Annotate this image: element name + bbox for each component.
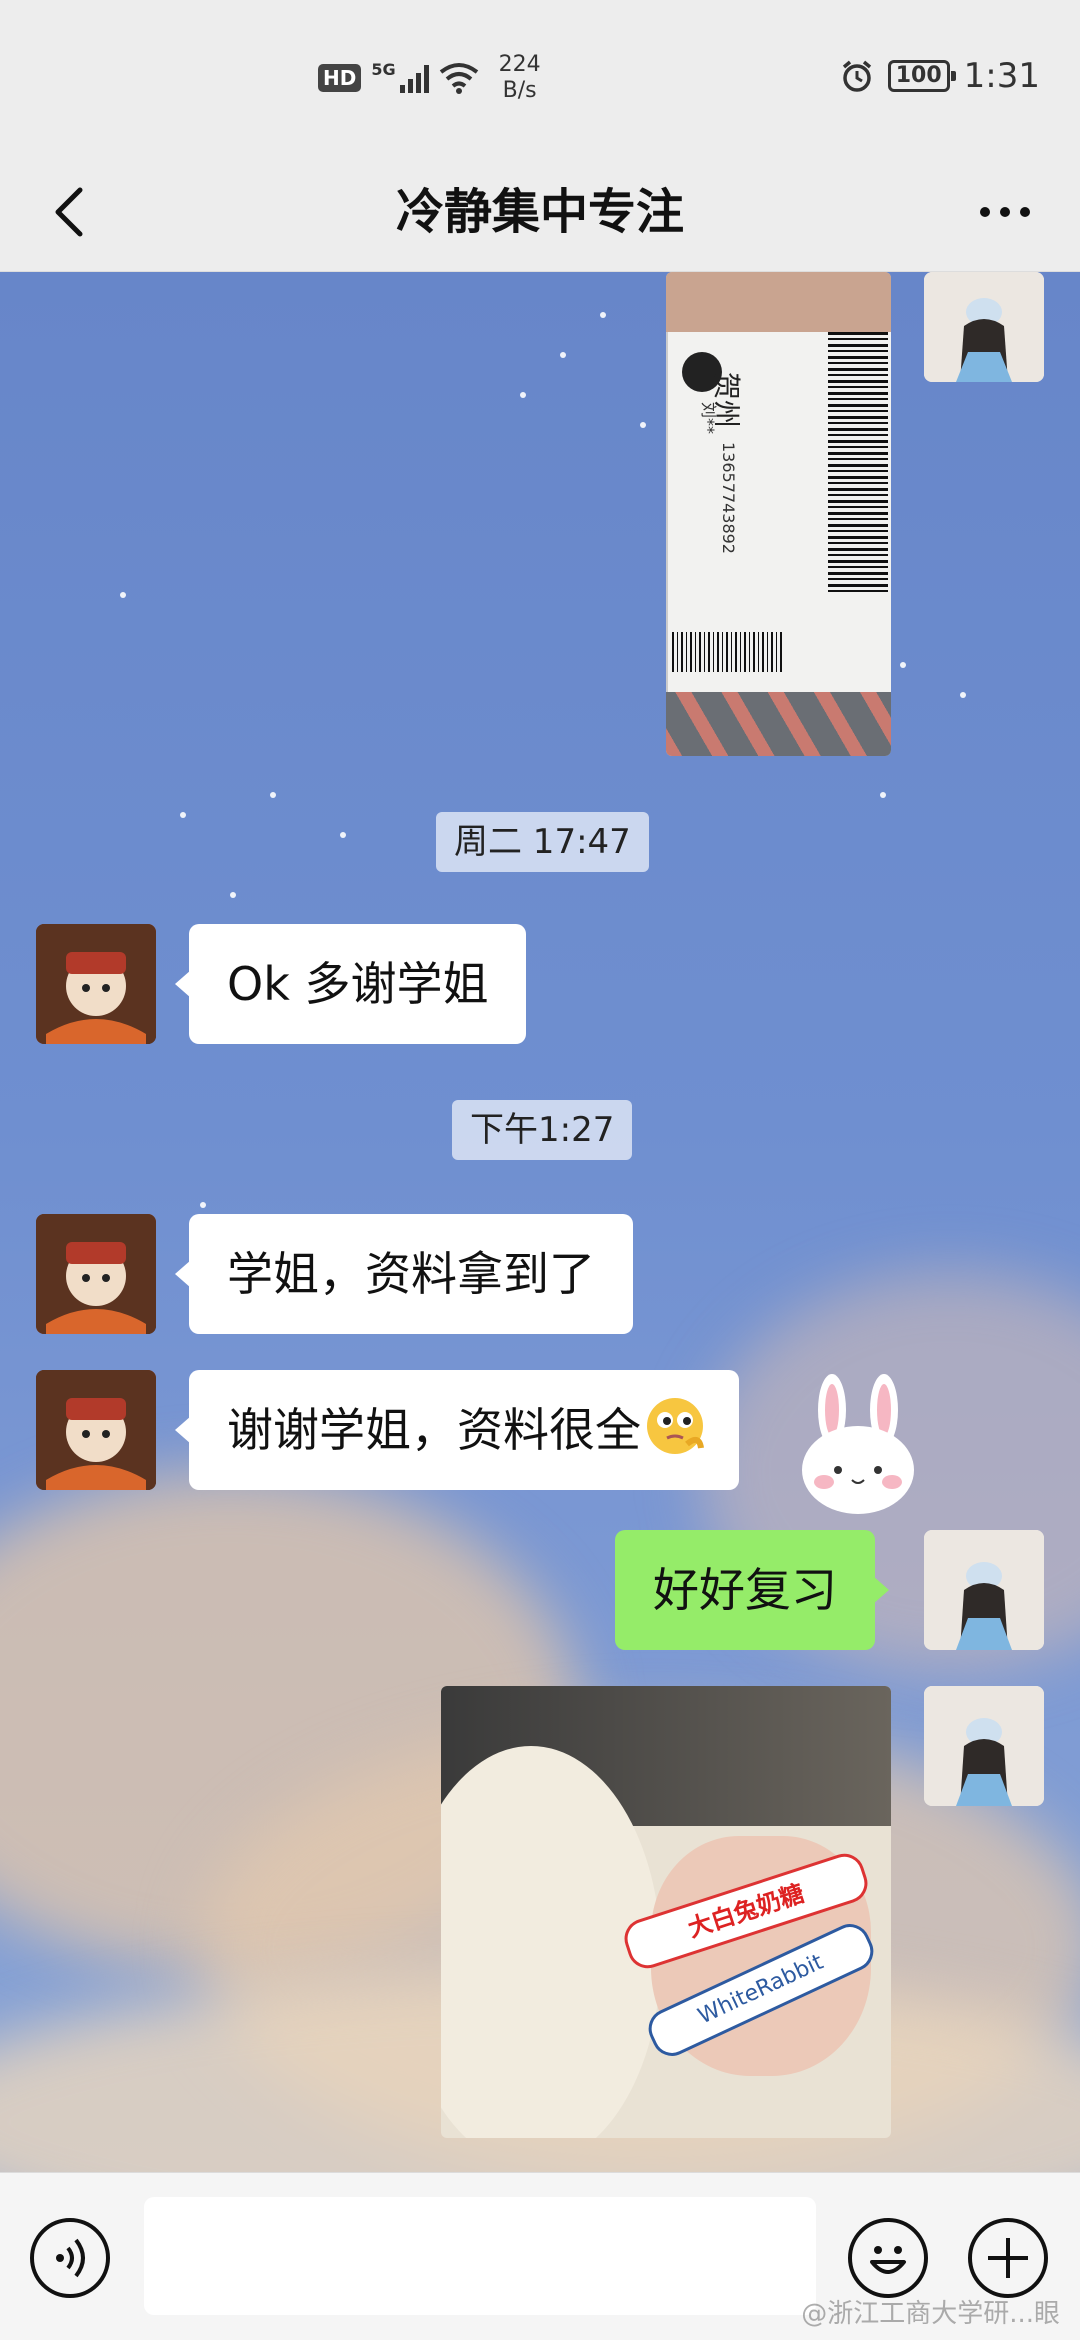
chat-area[interactable]: 贺州 刘** 13657743892 周二 17:47 Ok 多谢学姐 下午1:… — [0, 272, 1080, 2172]
battery-icon: 100 — [887, 60, 956, 92]
star — [600, 312, 606, 318]
alarm-icon — [842, 60, 871, 92]
speed-value: 224 — [498, 52, 541, 77]
network-type: 5G — [371, 59, 396, 79]
label-barcode — [828, 332, 888, 592]
my-avatar[interactable] — [924, 272, 1044, 382]
more-button[interactable] — [960, 172, 1050, 252]
star — [230, 892, 236, 898]
emoji-icon — [647, 1398, 704, 1454]
my-avatar[interactable] — [924, 1530, 1044, 1650]
star — [640, 422, 646, 428]
more-dots-icon — [980, 207, 990, 217]
label-barcode-small — [672, 632, 782, 672]
message-bubble[interactable]: 谢谢学姐，资料很全 — [175, 1370, 739, 1490]
status-right: 100 1:31 — [840, 56, 1040, 96]
avatar-cartoon-icon — [36, 1370, 156, 1490]
message-text: 谢谢学姐，资料很全 — [227, 1403, 641, 1457]
status-bar: HD 5G 224 B/s 100 1:31 — [0, 0, 1080, 150]
star — [120, 592, 126, 598]
timestamp: 周二 17:47 — [436, 812, 649, 872]
label-name: 刘** — [699, 402, 718, 435]
chat-title: 冷静集中专注 — [395, 184, 684, 240]
signal-icon — [399, 63, 429, 93]
star — [560, 352, 566, 358]
photo-label-paper: 贺州 刘** 13657743892 — [666, 332, 891, 692]
speed-unit: B/s — [502, 78, 537, 103]
avatar-cartoon-icon — [36, 1214, 156, 1334]
my-avatar[interactable] — [924, 1686, 1044, 1806]
star — [900, 662, 906, 668]
avatar-girl-icon — [924, 1686, 1044, 1806]
status-left: HD 5G 224 B/s — [318, 52, 541, 104]
star — [270, 792, 276, 798]
star — [200, 1202, 206, 1208]
voice-button[interactable] — [30, 2218, 110, 2298]
emoji-button[interactable] — [848, 2218, 928, 2298]
star — [960, 692, 966, 698]
avatar-girl-icon — [924, 272, 1044, 382]
chat-header: 冷静集中专注 — [0, 150, 1080, 272]
avatar-girl-icon — [924, 1530, 1044, 1650]
avatar-cartoon-icon — [36, 924, 156, 1044]
plus-button[interactable] — [968, 2218, 1048, 2298]
label-phone: 13657743892 — [719, 442, 738, 554]
watermark: @浙江工商大学研...眼 — [801, 2299, 1060, 2329]
package-label-photo[interactable]: 贺州 刘** 13657743892 — [666, 272, 891, 756]
clock: 1:31 — [963, 56, 1040, 96]
input-bar: @浙江工商大学研...眼 — [0, 2172, 1080, 2340]
emoji-icon — [870, 2246, 906, 2274]
bunny-sticker-icon — [802, 1374, 914, 1514]
message-bubble-mine[interactable]: 好好复习 — [615, 1530, 889, 1650]
star — [340, 832, 346, 838]
timestamp: 下午1:27 — [452, 1100, 633, 1160]
photo-fabric — [666, 692, 891, 756]
wifi-icon — [439, 63, 478, 94]
hd-icon: HD — [318, 64, 362, 92]
message-bubble[interactable]: Ok 多谢学姐 — [174, 924, 527, 1044]
contact-avatar[interactable] — [36, 1370, 156, 1490]
message-input[interactable] — [144, 2197, 816, 2315]
contact-avatar[interactable] — [36, 924, 156, 1044]
network-speed: 224 B/s — [499, 52, 541, 104]
candy-photo[interactable]: 大白兔奶糖 WhiteRabbit — [441, 1686, 891, 2138]
star — [880, 792, 886, 798]
voice-icon — [56, 2238, 85, 2278]
star — [520, 392, 526, 398]
contact-avatar[interactable] — [36, 1214, 156, 1334]
star — [180, 812, 186, 818]
message-bubble[interactable]: 学姐，资料拿到了 — [175, 1214, 633, 1334]
